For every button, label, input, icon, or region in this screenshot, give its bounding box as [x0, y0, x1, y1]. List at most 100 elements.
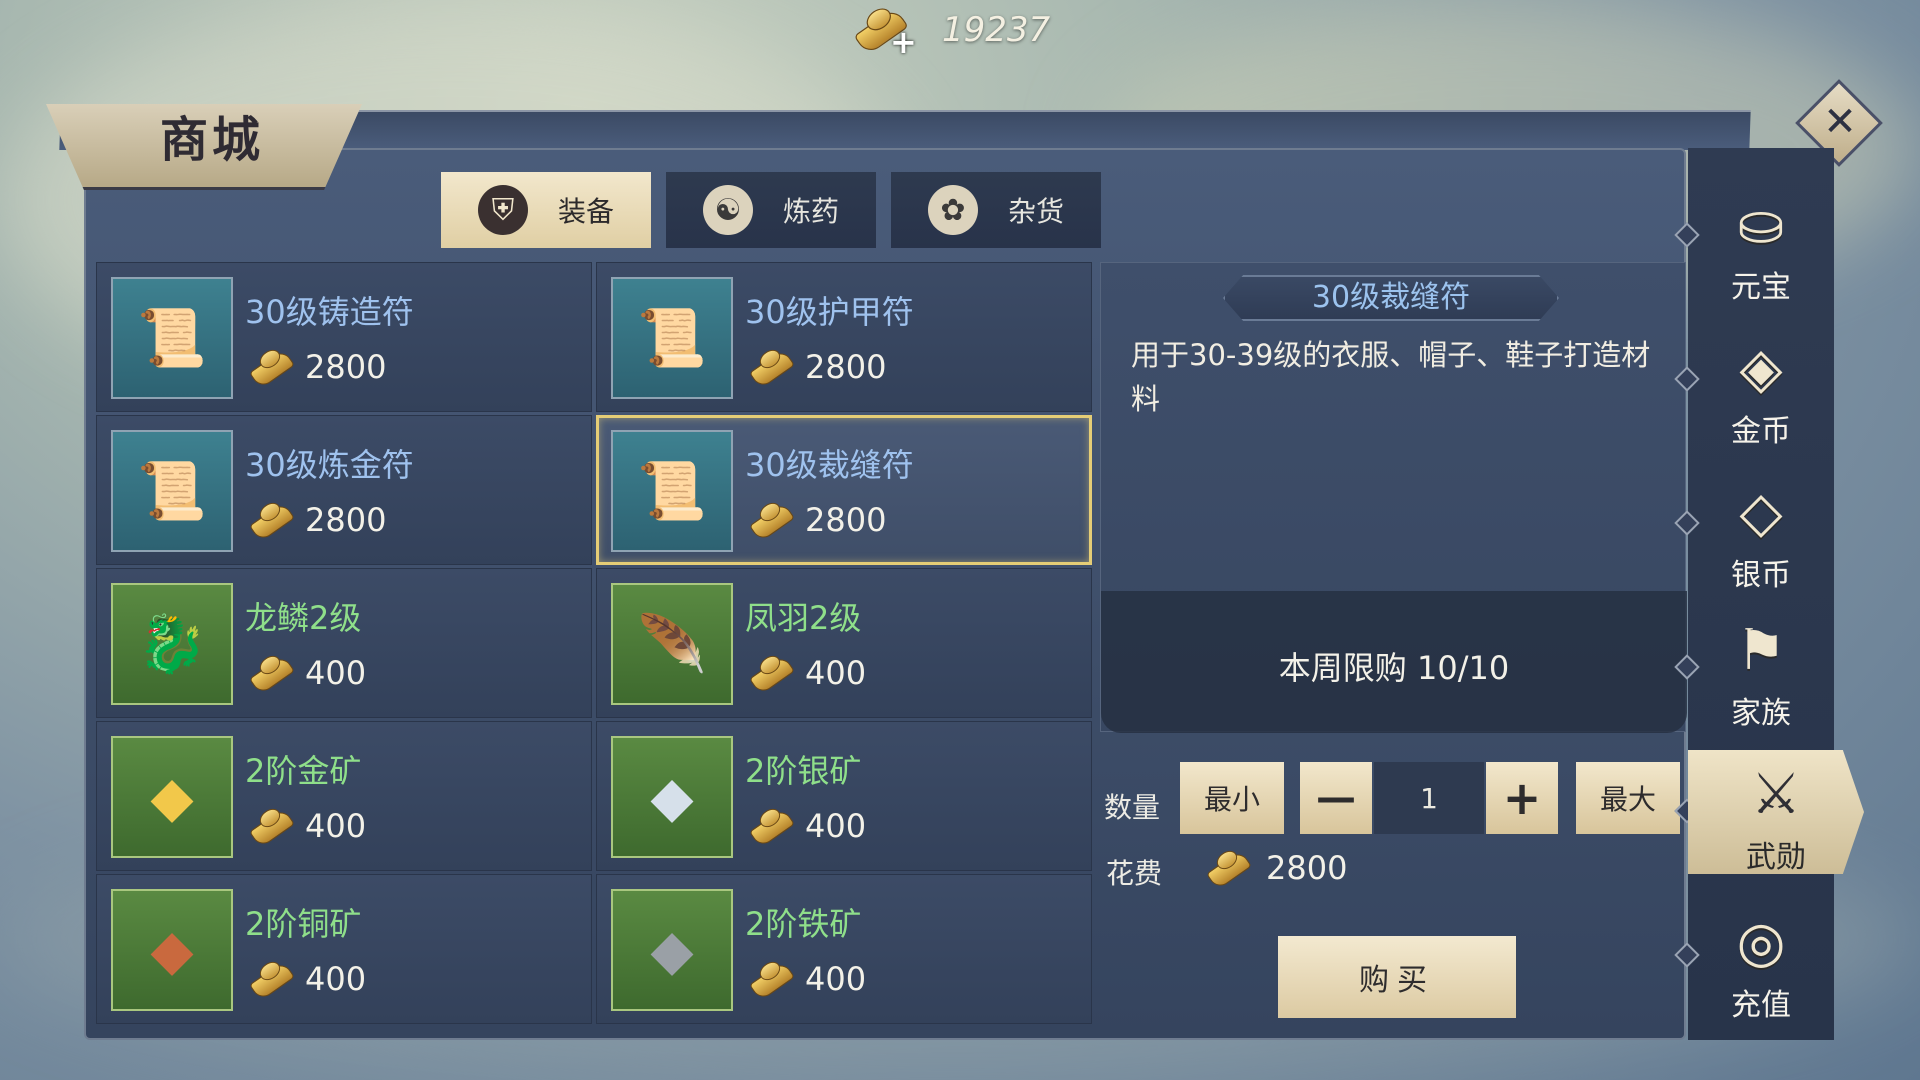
side-nav-silver-coin[interactable]: ◇ 银币 — [1688, 468, 1834, 598]
price-value: 400 — [805, 807, 867, 845]
price-value: 400 — [305, 807, 367, 845]
min-quantity-button[interactable]: 最小 — [1180, 762, 1284, 834]
gold-ingot-icon — [1204, 846, 1252, 890]
item-name: 2阶铁矿 — [745, 905, 862, 943]
tab-label: 装备 — [557, 195, 614, 228]
weekly-limit-box: 本周限购 10/10 — [1101, 591, 1687, 733]
phoenix-feather-icon: 🪶 — [611, 583, 733, 705]
gold-ingot-icon — [747, 498, 795, 542]
copper-ore-icon: ◆ — [111, 889, 233, 1011]
buy-button[interactable]: 购买 — [1278, 936, 1516, 1018]
max-quantity-button[interactable]: 最大 — [1576, 762, 1680, 834]
side-nav-label: 银币 — [1731, 558, 1791, 593]
item-name: 2阶金矿 — [245, 752, 362, 790]
price-value: 400 — [805, 960, 867, 998]
decrease-button[interactable]: — — [1300, 762, 1372, 834]
tab-label: 炼药 — [782, 195, 839, 228]
goods-bag-icon: ✿ — [927, 185, 978, 235]
price-value: 400 — [305, 960, 367, 998]
item-card[interactable]: 🪶 凤羽2级 400 — [596, 568, 1092, 718]
side-nav-label: 武勋 — [1746, 840, 1806, 875]
silver-coin-icon: ◇ — [1739, 480, 1783, 545]
top-currency-bar[interactable]: + 19237 — [850, 0, 1051, 61]
currency-amount: 19237 — [942, 10, 1051, 50]
detail-title: 30级裁缝符 — [1223, 275, 1559, 321]
gold-ingot-icon — [247, 498, 295, 542]
side-nav-label: 金币 — [1731, 414, 1791, 449]
item-price: 400 — [747, 651, 866, 695]
item-card[interactable]: ◆ 2阶铜矿 400 — [96, 874, 592, 1024]
item-price: 400 — [247, 804, 366, 848]
item-name: 龙鳞2级 — [245, 599, 362, 637]
tab-equipment[interactable]: ⛨ 装备 — [441, 172, 651, 248]
tab-label: 杂货 — [1007, 195, 1064, 228]
item-card[interactable]: 📜 30级炼金符 2800 — [96, 415, 592, 565]
price-value: 2800 — [305, 348, 387, 386]
gold-ingot-icon — [247, 804, 295, 848]
price-value: 2800 — [805, 348, 887, 386]
armor-scroll-icon: 📜 — [611, 277, 733, 399]
increase-button[interactable]: + — [1486, 762, 1558, 834]
item-name: 凤羽2级 — [745, 599, 862, 637]
coin-stack-icon: ◎ — [1736, 910, 1786, 975]
item-card[interactable]: ◆ 2阶银矿 400 — [596, 721, 1092, 871]
item-card[interactable]: 📜 30级铸造符 2800 — [96, 262, 592, 412]
item-name: 2阶银矿 — [745, 752, 862, 790]
iron-ore-icon: ◆ — [611, 889, 733, 1011]
item-price: 400 — [747, 804, 866, 848]
item-card[interactable]: 📜 30级护甲符 2800 — [596, 262, 1092, 412]
item-card-selected[interactable]: 📜 30级裁缝符 2800 — [596, 415, 1092, 565]
gold-coin-icon: ◈ — [1739, 336, 1783, 401]
page-title: 商城 — [160, 112, 265, 168]
item-detail-panel: 30级裁缝符 用于30-39级的衣服、帽子、鞋子打造材料 本周限购 10/10 — [1100, 262, 1687, 733]
gold-ingot-icon — [247, 957, 295, 1001]
quantity-value[interactable]: 1 — [1374, 762, 1484, 834]
gold-ingot-icon — [247, 651, 295, 695]
item-card[interactable]: 🐉 龙鳞2级 400 — [96, 568, 592, 718]
side-nav-family[interactable]: ⚑ 家族 — [1688, 606, 1834, 736]
silver-ore-icon: ◆ — [611, 736, 733, 858]
cost-row: 2800 — [1204, 846, 1347, 890]
side-nav-label: 元宝 — [1731, 270, 1791, 305]
price-value: 2800 — [305, 501, 387, 539]
side-nav-merit[interactable]: ⚔ 武勋 — [1688, 750, 1864, 874]
alchemy-scroll-icon: 📜 — [111, 430, 233, 552]
item-card[interactable]: ◆ 2阶铁矿 400 — [596, 874, 1092, 1024]
gold-ingot-icon — [747, 651, 795, 695]
item-price: 400 — [747, 957, 866, 1001]
cost-value: 2800 — [1266, 849, 1348, 887]
dragon-scale-icon: 🐉 — [111, 583, 233, 705]
item-price: 400 — [247, 651, 366, 695]
quantity-label: 数量 — [1104, 791, 1161, 824]
gold-ingot-plus-icon[interactable]: + — [850, 3, 920, 61]
item-price: 2800 — [247, 498, 386, 542]
cost-label: 花费 — [1106, 857, 1163, 890]
gold-ingot-icon — [247, 345, 295, 389]
side-nav-label: 家族 — [1731, 696, 1791, 731]
price-value: 2800 — [805, 501, 887, 539]
item-name: 30级裁缝符 — [745, 446, 914, 484]
item-name: 2阶铜矿 — [245, 905, 362, 943]
side-nav-gold-coin[interactable]: ◈ 金币 — [1688, 324, 1834, 454]
item-grid: 📜 30级铸造符 2800 📜 30级护甲符 2800 📜 30级炼金符 280… — [96, 262, 1094, 1024]
tab-goods[interactable]: ✿ 杂货 — [891, 172, 1101, 248]
yuanbao-icon: ⛀ — [1737, 192, 1785, 257]
item-price: 2800 — [747, 498, 886, 542]
item-card[interactable]: ◆ 2阶金矿 400 — [96, 721, 592, 871]
side-nav-yuanbao[interactable]: ⛀ 元宝 — [1688, 180, 1834, 310]
gold-ingot-icon — [747, 957, 795, 1001]
gold-ingot-icon — [747, 804, 795, 848]
armor-icon: ⛨ — [477, 185, 528, 235]
item-price: 400 — [247, 957, 366, 1001]
side-nav-label: 充值 — [1731, 988, 1791, 1023]
tailor-scroll-icon: 📜 — [611, 430, 733, 552]
close-icon[interactable]: ✕ — [1818, 96, 1862, 148]
weekly-limit-text: 本周限购 10/10 — [1278, 649, 1510, 687]
gold-ingot-icon — [747, 345, 795, 389]
item-price: 2800 — [247, 345, 386, 389]
tab-alchemy[interactable]: ☯ 炼药 — [666, 172, 876, 248]
item-name: 30级护甲符 — [745, 293, 914, 331]
gold-ore-icon: ◆ — [111, 736, 233, 858]
detail-description: 用于30-39级的衣服、帽子、鞋子打造材料 — [1131, 338, 1651, 416]
side-nav-recharge[interactable]: ◎ 充值 — [1688, 898, 1834, 1028]
